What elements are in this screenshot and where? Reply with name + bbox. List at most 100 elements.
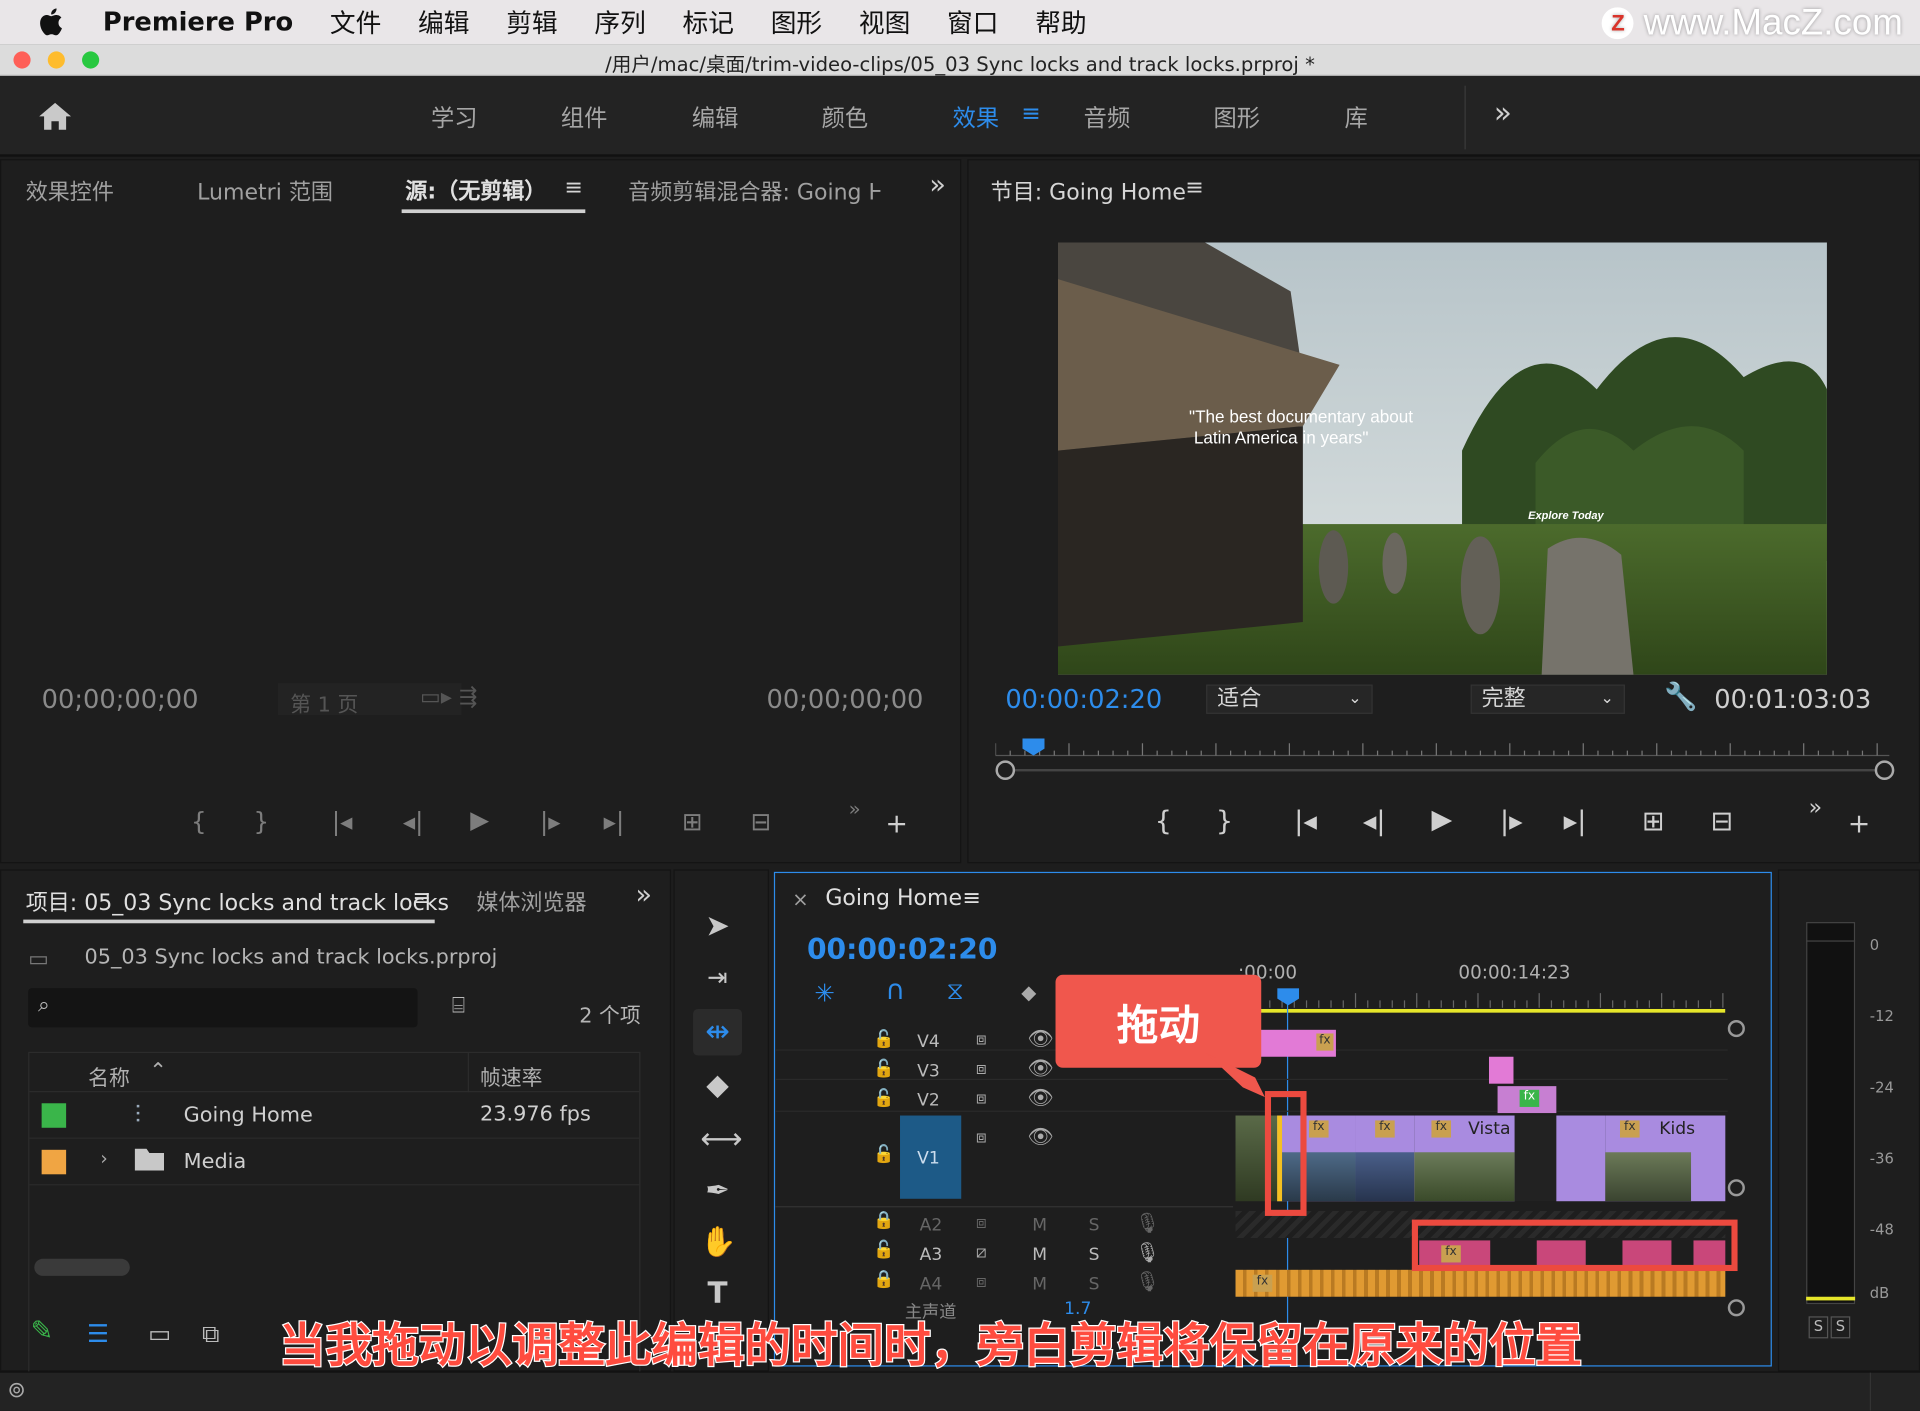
list-view-icon[interactable]: ☰: [87, 1319, 109, 1348]
project-menu-icon[interactable]: ≡: [413, 885, 431, 911]
quality-select[interactable]: 完整 ⌄: [1470, 684, 1625, 714]
a4-mute-button[interactable]: M: [1032, 1275, 1047, 1295]
program-video-frame[interactable]: "The best documentary about Latin Americ…: [1057, 242, 1827, 675]
nest-toggle-icon[interactable]: ✳: [814, 978, 835, 1007]
program-step-forward-icon[interactable]: |▸: [1500, 807, 1523, 838]
v2-sync-lock-icon[interactable]: ⧈: [976, 1089, 987, 1109]
timeline-sequence-tab[interactable]: Going Home: [825, 885, 962, 911]
a3-lock-icon[interactable]: 🔓: [873, 1240, 894, 1260]
wrench-icon[interactable]: 🔧: [1664, 682, 1698, 713]
sort-ascending-icon[interactable]: ⌃: [149, 1059, 166, 1083]
horizontal-scrollbar[interactable]: [34, 1258, 130, 1276]
apple-icon[interactable]: [37, 6, 69, 38]
linked-selection-icon[interactable]: ⧖: [947, 976, 964, 1005]
tab-lumetri-scopes[interactable]: Lumetri 范围: [197, 175, 333, 207]
zoom-bar[interactable]: [995, 768, 1895, 772]
column-name[interactable]: 名称: [88, 1060, 130, 1091]
source-more-icon[interactable]: »: [929, 170, 945, 201]
slip-tool-icon[interactable]: ⟷: [700, 1122, 742, 1156]
a3-solo-button[interactable]: S: [1089, 1245, 1100, 1265]
track-select-tool-icon[interactable]: ⇥: [700, 962, 734, 996]
clip-v1-e[interactable]: [1556, 1115, 1606, 1202]
program-menu-icon[interactable]: ≡: [1185, 175, 1203, 201]
menu-markers[interactable]: 标记: [683, 4, 734, 41]
source-timecode-in[interactable]: 00;00;00;00: [42, 684, 199, 713]
workspace-more-icon[interactable]: »: [1494, 96, 1512, 130]
tab-media-browser[interactable]: 媒体浏览器: [476, 885, 586, 917]
a3-mute-button[interactable]: M: [1032, 1245, 1047, 1265]
a4-lock-icon[interactable]: 🔒: [873, 1270, 894, 1290]
mark-in-icon[interactable]: {: [191, 807, 207, 836]
menu-app-name[interactable]: Premiere Pro: [103, 7, 293, 36]
program-title[interactable]: 节目: Going Home: [991, 175, 1186, 207]
type-tool-icon[interactable]: T: [700, 1276, 734, 1310]
menu-edit[interactable]: 编辑: [418, 4, 469, 41]
pencil-icon[interactable]: ✎: [31, 1316, 54, 1347]
a2-sync-lock-icon[interactable]: ⧈: [976, 1213, 987, 1233]
tab-effect-controls[interactable]: 效果控件: [26, 175, 114, 207]
insert-icon[interactable]: ⊞: [682, 807, 703, 836]
a4-sync-lock-icon[interactable]: ⧈: [976, 1272, 987, 1292]
tab-source[interactable]: 源:（无剪辑）: [405, 174, 546, 206]
clip-v1-vista[interactable]: fx Vista: [1414, 1115, 1515, 1202]
v2-eye-icon[interactable]: 👁: [1027, 1086, 1053, 1110]
play-icon[interactable]: ▶: [470, 804, 489, 833]
v1-eye-icon[interactable]: 👁: [1027, 1125, 1053, 1149]
workspace-audio[interactable]: 音频: [1084, 100, 1131, 133]
solo-left-button[interactable]: S: [1808, 1316, 1829, 1339]
step-back-icon[interactable]: ◂|: [403, 807, 424, 836]
scroll-handle[interactable]: [1727, 1299, 1745, 1317]
v4-sync-lock-icon[interactable]: ⧈: [976, 1030, 987, 1050]
overwrite-icon[interactable]: ⊟: [751, 807, 772, 836]
timeline-menu-icon[interactable]: ≡: [962, 885, 980, 911]
scroll-handle[interactable]: [1727, 1020, 1745, 1038]
workspace-libraries[interactable]: 库: [1345, 100, 1368, 133]
list-item[interactable]: › Media: [29, 1139, 640, 1186]
workspace-effects[interactable]: 效果: [953, 100, 1000, 133]
icon-view-icon[interactable]: ▭: [148, 1319, 171, 1348]
step-forward-icon[interactable]: |▸: [540, 807, 561, 836]
track-a2-label[interactable]: A2: [920, 1216, 943, 1236]
program-timecode[interactable]: 00:00:02:20: [1005, 684, 1162, 713]
tab-audio-clip-mixer[interactable]: 音频剪辑混合器: Going H: [628, 175, 880, 207]
v4-eye-icon[interactable]: 👁: [1027, 1027, 1053, 1051]
freeform-view-icon[interactable]: ⧉: [202, 1319, 219, 1348]
creative-cloud-icon[interactable]: ⊚: [7, 1378, 25, 1404]
pen-tool-icon[interactable]: ✒: [700, 1173, 734, 1207]
add-marker-icon[interactable]: ◆: [1021, 981, 1036, 1004]
program-controls-more-icon[interactable]: »: [1809, 795, 1822, 821]
workspace-editing[interactable]: 编辑: [692, 100, 739, 133]
list-item[interactable]: ⫶ Going Home 23.976 fps: [29, 1092, 640, 1139]
label-color-swatch[interactable]: [41, 1103, 67, 1128]
home-icon[interactable]: [37, 100, 74, 132]
program-go-to-in-icon[interactable]: |◂: [1294, 807, 1317, 838]
workspace-assembly[interactable]: 组件: [561, 100, 608, 133]
scroll-handle[interactable]: [1727, 1179, 1745, 1197]
v3-sync-lock-icon[interactable]: ⧈: [976, 1059, 987, 1079]
selection-tool-icon[interactable]: ➤: [700, 909, 734, 943]
workspace-graphics[interactable]: 图形: [1213, 100, 1260, 133]
track-a3-label[interactable]: A3: [920, 1245, 943, 1265]
source-add-button-icon[interactable]: +: [885, 809, 908, 840]
search-input[interactable]: ⌕: [28, 988, 418, 1028]
track-a4-label[interactable]: A4: [920, 1275, 943, 1295]
workspace-learning[interactable]: 学习: [431, 100, 478, 133]
hand-tool-icon[interactable]: ✋: [700, 1225, 737, 1259]
menu-view[interactable]: 视图: [859, 4, 910, 41]
v2-lock-icon[interactable]: 🔓: [873, 1089, 894, 1109]
a4-solo-button[interactable]: S: [1089, 1275, 1100, 1295]
clip-v3-graphic[interactable]: [1488, 1056, 1514, 1084]
source-controls-more-icon[interactable]: »: [849, 797, 861, 820]
clip-v1-kids[interactable]: fx Kids: [1605, 1115, 1726, 1202]
column-fps[interactable]: 帧速率: [480, 1060, 542, 1091]
ripple-edit-tool-icon[interactable]: ⇹: [700, 1014, 734, 1048]
solo-right-button[interactable]: S: [1830, 1316, 1851, 1339]
a2-mic-icon[interactable]: 🎙: [1135, 1211, 1160, 1234]
timeline-timecode[interactable]: 00:00:02:20: [807, 934, 998, 966]
v3-lock-icon[interactable]: 🔓: [873, 1059, 894, 1079]
program-mark-out-icon[interactable]: }: [1216, 807, 1233, 838]
chevron-right-icon[interactable]: ›: [100, 1147, 107, 1169]
zoom-handle-left[interactable]: [995, 760, 1016, 781]
label-color-swatch[interactable]: [41, 1149, 67, 1175]
timeline-ruler[interactable]: [1233, 991, 1726, 1015]
